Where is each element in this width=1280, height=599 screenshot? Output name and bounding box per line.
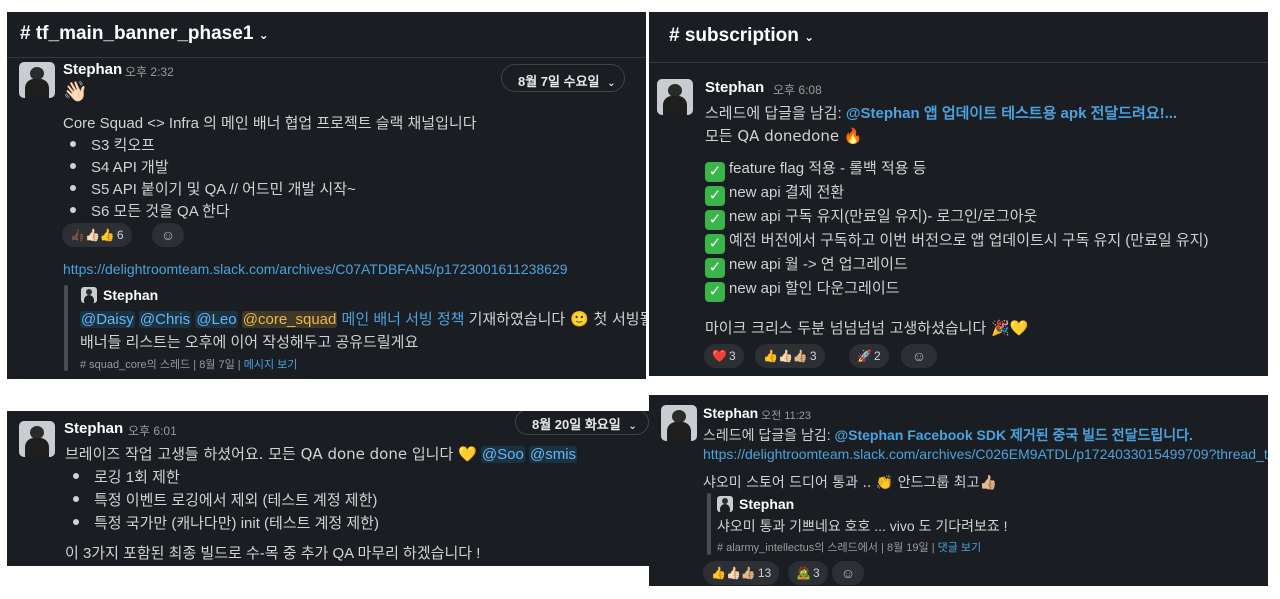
- check-icon: ✓: [705, 282, 725, 302]
- bullet-dot: [70, 207, 76, 213]
- hash-icon: #: [669, 25, 680, 46]
- quote-bar: [707, 493, 711, 555]
- channel-header: # tf_main_banner_phase1 ⌄: [7, 12, 646, 58]
- closing-text: 이 3가지 포함된 최종 빌드로 수-목 중 추가 QA 마무리 하겠습니다 !: [65, 545, 481, 562]
- author-name[interactable]: Stephan: [705, 79, 764, 96]
- quote-meta: # alarmy_intellectus의 스레드에서 | 8월 19일 | 댓…: [717, 542, 982, 554]
- message-line: 모든 QA donedone 🔥: [705, 127, 863, 145]
- chevron-down-icon: ⌄: [804, 30, 815, 44]
- list-item: S6 모든 것을 QA 한다: [91, 203, 230, 220]
- list-item: 특정 국가만 (캐나다만) init (테스트 계정 제한): [94, 515, 379, 532]
- message-panel-braze: Stephan 오후 6:01 8월 20일 화요일 ⌄ 브레이즈 작업 고생들…: [7, 411, 649, 566]
- message-line: 샤오미 스토어 드디어 통과 .. 👏 안드그룹 최고👍🏼: [703, 475, 997, 491]
- list-item: S4 API 개발: [91, 159, 169, 176]
- check-item: ✓ feature flag 적용 - 롤백 적용 등: [705, 157, 927, 182]
- date-divider-pill[interactable]: 8월 20일 화요일 ⌄: [515, 411, 649, 435]
- policy-link[interactable]: 메인 배너 서빙 정책: [342, 311, 465, 328]
- intro-text: Core Squad <> Infra 의 메인 배너 협업 프로젝트 슬랙 채…: [63, 115, 477, 132]
- bullet-dot: [70, 141, 76, 147]
- message-link[interactable]: https://delightroomteam.slack.com/archiv…: [63, 261, 568, 277]
- message-panel-main-banner: # tf_main_banner_phase1 ⌄ Stephan 오후 2:3…: [7, 12, 646, 379]
- reaction-heart[interactable]: ❤️ 3: [704, 344, 744, 368]
- add-reaction-button[interactable]: ☺: [901, 344, 937, 368]
- mention[interactable]: @Leo: [195, 311, 238, 328]
- quote-author[interactable]: Stephan: [103, 287, 158, 303]
- message-panel-subscription: # subscription ⌄ Stephan 오후 6:08 스레드에 답글…: [649, 12, 1268, 376]
- reaction-thumbsup[interactable]: 👍👍🏻👍🏼 3: [755, 344, 825, 368]
- mention[interactable]: @Chris: [138, 311, 192, 328]
- list-item: S5 API 붙이기 및 QA // 어드민 개발 시작~: [91, 181, 356, 198]
- thread-reply-line: 스레드에 답글을 남김: @Stephan Facebook SDK 제거된 중…: [703, 427, 1193, 443]
- mention-group[interactable]: @core_squad: [241, 311, 338, 328]
- chevron-down-icon: ⌄: [607, 78, 616, 89]
- channel-header: # subscription ⌄: [649, 12, 1268, 63]
- author-name[interactable]: Stephan: [63, 61, 122, 78]
- check-item: ✓ new api 결제 전환: [705, 181, 844, 206]
- reaction-rocket[interactable]: 🚀 2: [849, 344, 889, 368]
- view-message-link[interactable]: 메시지 보기: [244, 359, 298, 371]
- thread-reply-link[interactable]: @Stephan 앱 업데이트 테스트용 apk 전달드려요!...: [846, 105, 1177, 122]
- quote-meta: # squad_core의 스레드 | 8월 7일 | 메시지 보기: [80, 359, 298, 371]
- timestamp[interactable]: 오후 6:08: [773, 81, 822, 98]
- check-icon: ✓: [705, 234, 725, 254]
- reaction-thumbsup[interactable]: 👍🏿👍🏻👍 6: [62, 223, 132, 247]
- message-link[interactable]: https://delightroomteam.slack.com/archiv…: [703, 446, 1268, 462]
- reaction-zombie[interactable]: 🧟 3: [788, 561, 828, 585]
- avatar: [81, 287, 97, 303]
- quote-text-line1: @Daisy @Chris @Leo @core_squad 메인 배너 서빙 …: [80, 310, 646, 328]
- bullet-dot: [73, 496, 79, 502]
- avatar[interactable]: [19, 62, 55, 98]
- bullet-dot: [73, 519, 79, 525]
- channel-title[interactable]: # subscription ⌄: [669, 25, 814, 47]
- thanks-text: 마이크 크리스 두분 넘넘넘넘 고생하셨습니다 🎉💛: [705, 319, 1029, 337]
- check-item: ✓ new api 할인 다운그레이드: [705, 277, 899, 302]
- check-icon: ✓: [705, 258, 725, 278]
- avatar: [717, 496, 733, 512]
- message-panel-xiaomi: Stephan 오전 11:23 스레드에 답글을 남김: @Stephan F…: [649, 395, 1268, 586]
- add-reaction-button[interactable]: ☺: [832, 561, 864, 585]
- channel-title[interactable]: # tf_main_banner_phase1 ⌄: [20, 23, 269, 45]
- quote-text: 샤오미 통과 기쁘네요 호호 ... vivo 도 기다려보죠 !: [717, 518, 1008, 534]
- check-item: ✓ 예전 버전에서 구독하고 이번 버전으로 앱 업데이트시 구독 유지 (만료일…: [705, 229, 1208, 254]
- chevron-down-icon: ⌄: [628, 421, 637, 432]
- mention[interactable]: @Soo: [480, 446, 525, 463]
- message-line: 브레이즈 작업 고생들 하셨어요. 모든 QA done done 입니다 💛 …: [65, 445, 578, 463]
- list-item: 특정 이벤트 로깅에서 제외 (테스트 계정 제한): [94, 492, 378, 509]
- view-replies-link[interactable]: 댓글 보기: [938, 542, 982, 554]
- check-icon: ✓: [705, 210, 725, 230]
- reaction-thumbsup[interactable]: 👍👍🏻👍🏼 13: [703, 561, 780, 585]
- bullet-dot: [70, 163, 76, 169]
- add-reaction-button[interactable]: ☺: [152, 223, 184, 247]
- avatar[interactable]: [661, 405, 697, 441]
- timestamp[interactable]: 오후 6:01: [128, 422, 177, 439]
- quote-author[interactable]: Stephan: [739, 496, 794, 512]
- check-icon: ✓: [705, 162, 725, 182]
- mention[interactable]: @Daisy: [80, 311, 135, 328]
- timestamp[interactable]: 오후 2:32: [125, 63, 174, 80]
- hash-icon: #: [20, 23, 31, 44]
- bullet-dot: [70, 185, 76, 191]
- chevron-down-icon: ⌄: [258, 28, 269, 42]
- avatar[interactable]: [19, 421, 55, 457]
- avatar[interactable]: [657, 79, 693, 115]
- date-divider-pill[interactable]: 8월 7일 수요일 ⌄: [501, 64, 625, 92]
- check-icon: ✓: [705, 186, 725, 206]
- timestamp[interactable]: 오전 11:23: [761, 407, 811, 423]
- bullet-dot: [73, 473, 79, 479]
- wave-emoji: 👋🏻: [63, 79, 88, 103]
- add-emoji-icon: ☺: [160, 227, 176, 243]
- thread-reply-link[interactable]: @Stephan Facebook SDK 제거된 중국 빌드 전달드립니다.: [834, 427, 1192, 443]
- add-emoji-icon: ☺: [911, 348, 927, 364]
- quote-text-line2: 배너들 리스트는 오후에 이어 작성해두고 공유드릴게요: [80, 334, 419, 351]
- list-item: 로깅 1회 제한: [94, 469, 180, 486]
- quote-bar: [64, 285, 68, 371]
- mention[interactable]: @smis: [528, 446, 578, 463]
- add-emoji-icon: ☺: [840, 565, 856, 581]
- thread-reply-line: 스레드에 답글을 남김: @Stephan 앱 업데이트 테스트용 apk 전달…: [705, 105, 1178, 122]
- list-item: S3 킥오프: [91, 137, 155, 154]
- check-item: ✓ new api 월 -> 연 업그레이드: [705, 253, 908, 278]
- check-item: ✓ new api 구독 유지(만료일 유지)- 로그인/로그아웃: [705, 205, 1037, 230]
- author-name[interactable]: Stephan: [64, 420, 123, 437]
- author-name[interactable]: Stephan: [703, 405, 758, 421]
